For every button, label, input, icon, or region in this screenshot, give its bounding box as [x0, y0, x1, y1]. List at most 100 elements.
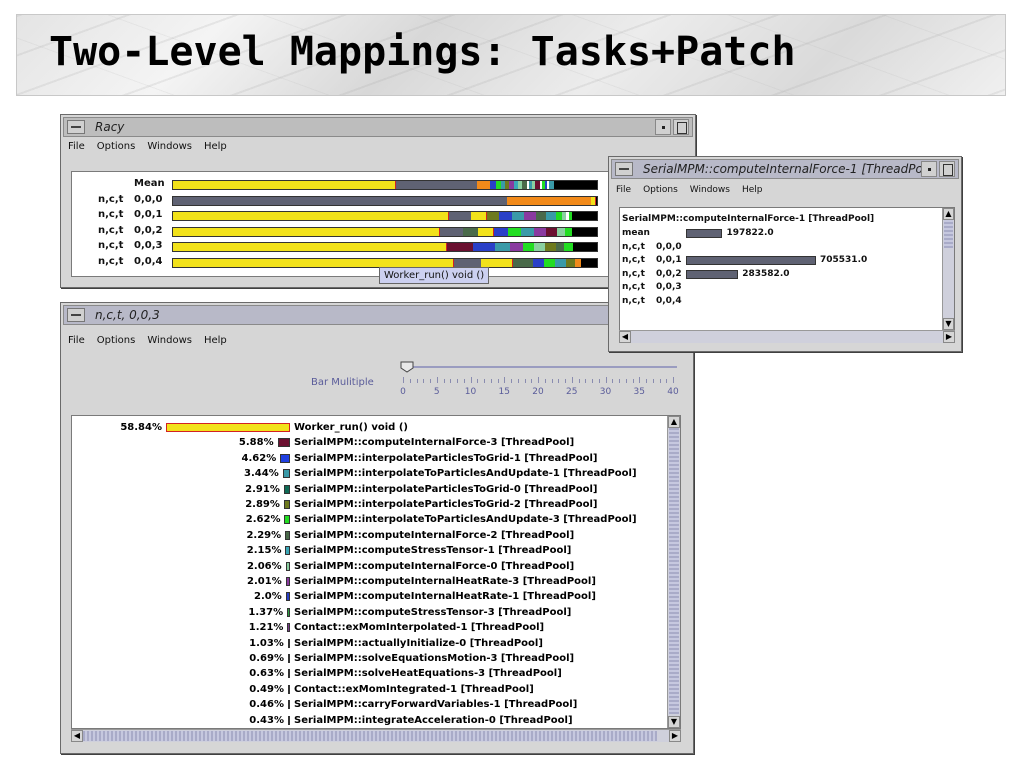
menu-file[interactable]: File: [615, 185, 632, 195]
value-bar[interactable]: [686, 229, 723, 238]
function-bar[interactable]: [288, 700, 290, 710]
bar-segment[interactable]: [173, 243, 448, 251]
bar-segment[interactable]: [173, 227, 440, 236]
scroll-thumb[interactable]: [669, 428, 679, 714]
function-name[interactable]: SerialMPM::interpolateParticlesToGrid-2 …: [294, 499, 597, 510]
bar-segment[interactable]: [510, 243, 524, 251]
bar-segment[interactable]: [173, 258, 454, 267]
function-bar[interactable]: [284, 515, 290, 525]
bar-segment[interactable]: [395, 181, 477, 189]
function-bar[interactable]: [287, 638, 290, 648]
function-name[interactable]: SerialMPM::computeInternalForce-2 [Threa…: [294, 530, 574, 541]
function-name[interactable]: SerialMPM::interpolateToParticlesAndUpda…: [294, 468, 637, 479]
bar-segment[interactable]: [473, 243, 496, 251]
window-menu-icon[interactable]: [67, 120, 85, 134]
thread-profile-bar[interactable]: [172, 257, 598, 268]
function-bar[interactable]: [166, 423, 290, 432]
bar-segment[interactable]: [480, 258, 513, 267]
function-titlebar[interactable]: SerialMPM::computeInternalForce-1 [Threa…: [611, 159, 959, 179]
bar-segment[interactable]: [493, 227, 509, 236]
scroll-thumb[interactable]: [944, 220, 953, 248]
bar-segment[interactable]: [512, 258, 533, 267]
bar-segment[interactable]: [476, 181, 490, 189]
bar-segment[interactable]: [477, 227, 494, 236]
window-menu-icon[interactable]: [615, 162, 633, 176]
bar-segment[interactable]: [533, 227, 547, 236]
window-menu-icon[interactable]: [67, 308, 85, 322]
bar-segment[interactable]: [565, 258, 575, 267]
value-bar[interactable]: [686, 269, 739, 279]
bar-segment[interactable]: [544, 243, 556, 251]
menu-windows[interactable]: Windows: [146, 141, 193, 152]
function-name[interactable]: SerialMPM::computeStressTensor-3 [Thread…: [294, 607, 571, 618]
bar-segment[interactable]: [521, 227, 534, 236]
bar-segment[interactable]: [535, 212, 547, 220]
bar-segment[interactable]: [453, 258, 481, 267]
bar-segment[interactable]: [463, 227, 478, 236]
function-bar[interactable]: [285, 530, 290, 540]
menu-help[interactable]: Help: [741, 185, 764, 195]
function-name[interactable]: SerialMPM::computeStressTensor-1 [Thread…: [294, 545, 571, 556]
scroll-left-arrow[interactable]: ◀: [71, 730, 83, 742]
function-name[interactable]: SerialMPM::computeInternalHeatRate-3 [Th…: [294, 576, 596, 587]
vertical-scrollbar[interactable]: ▲ ▼: [667, 416, 680, 728]
menu-windows[interactable]: Windows: [146, 335, 193, 346]
bar-segment[interactable]: [573, 243, 597, 251]
racy-titlebar[interactable]: Racy: [63, 117, 693, 137]
bar-segment[interactable]: [470, 212, 488, 220]
bar-segment[interactable]: [571, 227, 597, 236]
function-name[interactable]: SerialMPM::computeInternalForce-0 [Threa…: [294, 561, 574, 572]
function-bar[interactable]: [287, 607, 290, 617]
function-name[interactable]: Contact::exMomIntegrated-1 [ThreadPool]: [294, 684, 534, 695]
bar-segment[interactable]: [173, 212, 449, 220]
bar-segment[interactable]: [499, 212, 512, 220]
function-name[interactable]: SerialMPM::carryForwardVariables-1 [Thre…: [294, 699, 577, 710]
bar-segment[interactable]: [173, 181, 396, 189]
function-name[interactable]: SerialMPM::interpolateToParticlesAndUpda…: [294, 514, 637, 525]
function-bar[interactable]: [280, 453, 290, 463]
scroll-right-arrow[interactable]: ▶: [669, 730, 681, 742]
vertical-scrollbar[interactable]: ▲ ▼: [942, 208, 954, 330]
thread-profile-bar[interactable]: [172, 242, 598, 252]
menu-options[interactable]: Options: [96, 141, 137, 152]
function-bar[interactable]: [285, 561, 290, 571]
menu-file[interactable]: File: [67, 141, 86, 152]
slider-track[interactable]: [401, 366, 677, 368]
bar-segment[interactable]: [546, 212, 557, 220]
thread-profile-bar[interactable]: [172, 226, 598, 237]
function-bar[interactable]: [288, 684, 290, 694]
scroll-up-arrow[interactable]: ▲: [943, 208, 954, 220]
bar-segment[interactable]: [554, 258, 566, 267]
bar-segment[interactable]: [546, 227, 557, 236]
bar-multiple-slider[interactable]: 0 5 10 15 20 25 30 35 40: [400, 361, 679, 401]
scroll-up-arrow[interactable]: ▲: [668, 416, 680, 428]
bar-segment[interactable]: [173, 196, 508, 205]
bar-segment[interactable]: [508, 227, 522, 236]
function-name[interactable]: Contact::exMomInterpolated-1 [ThreadPool…: [294, 622, 544, 633]
bar-segment[interactable]: [555, 243, 565, 251]
scroll-down-arrow[interactable]: ▼: [668, 716, 680, 728]
bar-segment[interactable]: [543, 258, 555, 267]
thread-titlebar[interactable]: n,c,t, 0,0,3: [63, 305, 691, 325]
function-name[interactable]: SerialMPM::interpolateParticlesToGrid-0 …: [294, 484, 597, 495]
function-bar[interactable]: [288, 715, 290, 725]
function-name[interactable]: SerialMPM::interpolateParticlesToGrid-1 …: [294, 453, 597, 464]
minimize-icon[interactable]: [655, 119, 671, 135]
horizontal-scrollbar[interactable]: ◀ ▶: [619, 330, 955, 343]
thread-profile-bar[interactable]: [172, 180, 598, 190]
horizontal-scrollbar[interactable]: ◀ ▶: [71, 729, 681, 742]
scroll-left-arrow[interactable]: ◀: [619, 331, 631, 343]
function-name[interactable]: Worker_run() void (): [294, 422, 408, 433]
bar-segment[interactable]: [564, 243, 574, 251]
function-name[interactable]: SerialMPM::computeInternalForce-3 [Threa…: [294, 437, 574, 448]
function-name[interactable]: SerialMPM::integrateAcceleration-0 [Thre…: [294, 715, 573, 726]
function-bar[interactable]: [287, 623, 290, 633]
scroll-thumb-h[interactable]: [83, 731, 657, 741]
bar-segment[interactable]: [507, 196, 592, 205]
bar-segment[interactable]: [574, 258, 582, 267]
bar-segment[interactable]: [556, 227, 566, 236]
function-name[interactable]: SerialMPM::solveHeatEquations-3 [ThreadP…: [294, 668, 562, 679]
menu-options[interactable]: Options: [642, 185, 679, 195]
slider-knob[interactable]: [400, 361, 414, 373]
menu-file[interactable]: File: [67, 335, 86, 346]
